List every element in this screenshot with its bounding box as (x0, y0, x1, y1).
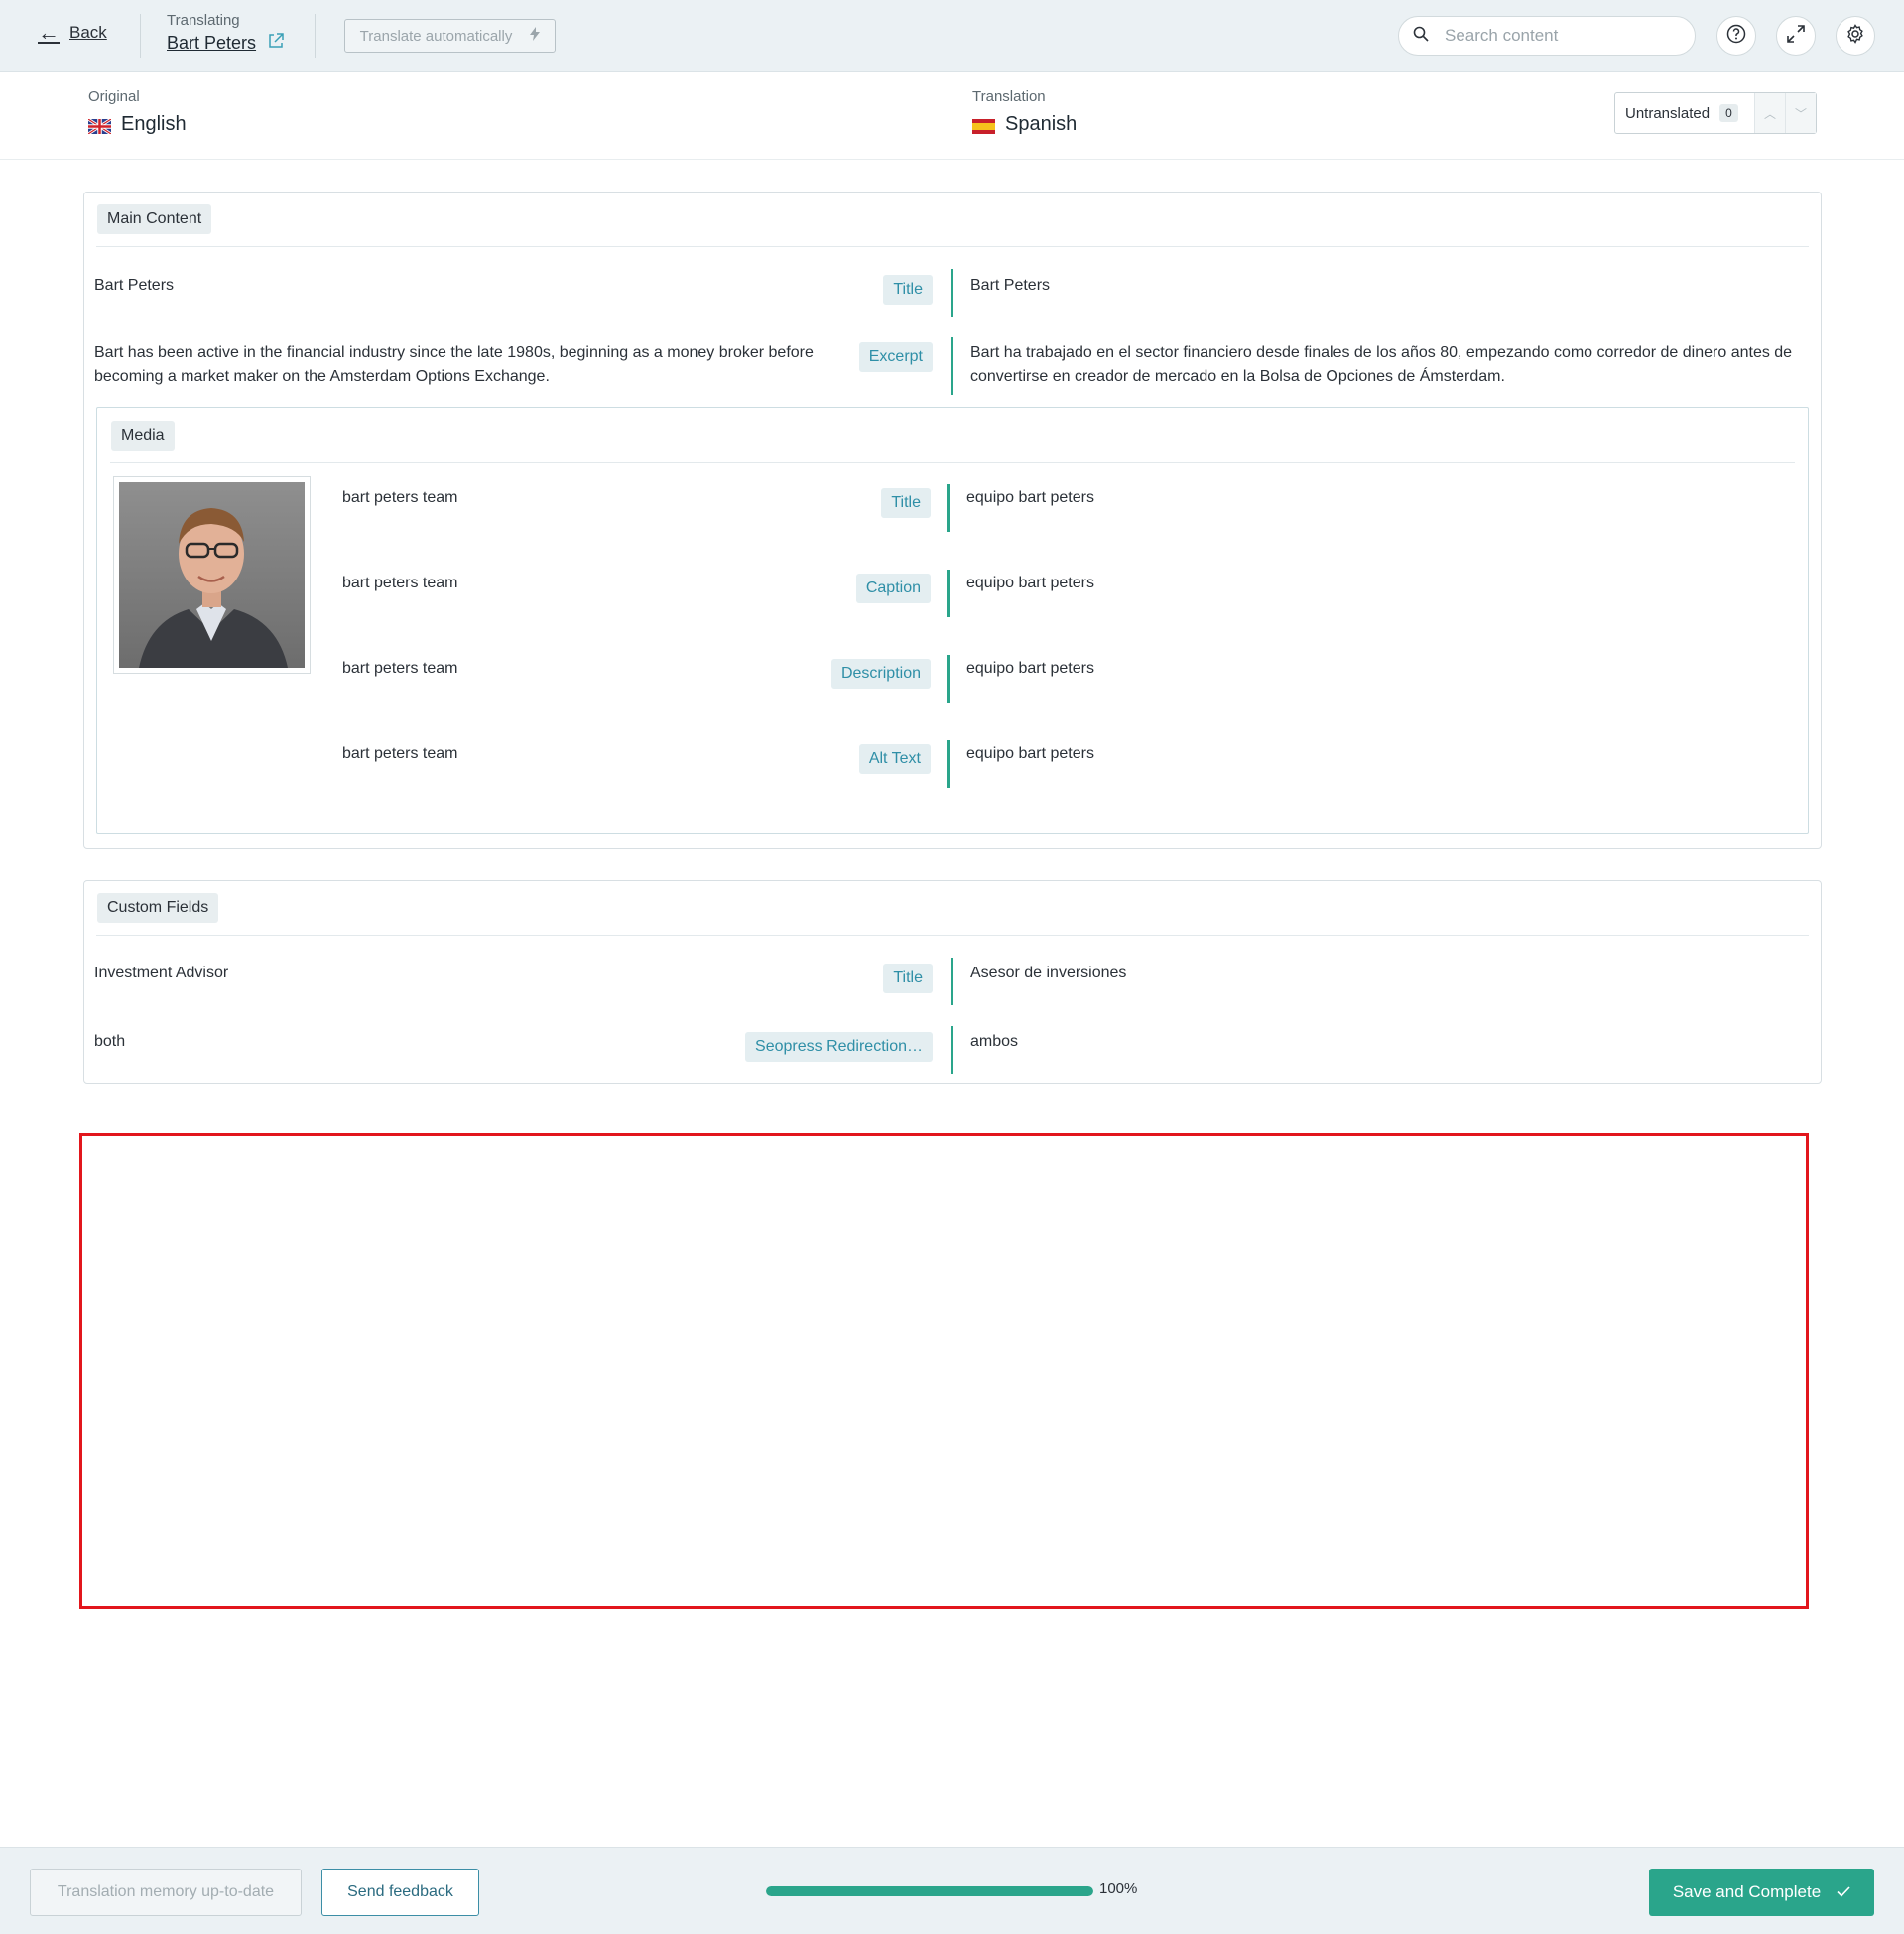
translation-bar (947, 655, 950, 703)
progress-percent: 100% (1099, 1880, 1138, 1897)
expand-icon (1787, 24, 1805, 48)
translation-memory-button[interactable]: Translation memory up-to-date (30, 1869, 302, 1916)
chevron-down-icon[interactable]: ﹀ (1785, 93, 1816, 133)
original-text: Bart has been active in the financial in… (94, 344, 814, 385)
lightning-icon (530, 27, 541, 45)
back-label: Back (69, 23, 107, 42)
translate-automatically-label: Translate automatically (359, 27, 513, 45)
translation-label: Translation (972, 88, 1046, 105)
spain-flag-icon (972, 117, 995, 134)
divider (315, 14, 316, 58)
translation-text[interactable]: equipo bart peters (966, 742, 1094, 766)
original-text: bart peters team (342, 745, 458, 762)
portrait-photo (119, 482, 305, 668)
translation-text[interactable]: ambos (970, 1030, 1018, 1054)
top-bar: ← Back Translating Bart Peters Translate… (0, 0, 1904, 72)
post-title-link[interactable]: Bart Peters (167, 33, 256, 54)
original-text: bart peters team (342, 489, 458, 506)
fullscreen-button[interactable] (1776, 16, 1816, 56)
field-tag-description: Description (830, 659, 931, 689)
arrow-left-icon: ← (38, 20, 60, 45)
divider (110, 462, 1795, 463)
main-content-section-label: Main Content (97, 204, 212, 234)
field-tag-title: Title (881, 488, 931, 518)
gear-icon (1845, 23, 1865, 49)
original-text: bart peters team (342, 660, 458, 677)
translation-text[interactable]: equipo bart peters (966, 657, 1094, 681)
translation-text[interactable]: Bart Peters (970, 274, 1804, 298)
send-feedback-button[interactable]: Send feedback (321, 1869, 479, 1916)
translation-bar (947, 484, 950, 532)
help-button[interactable] (1716, 16, 1756, 56)
original-text: Bart Peters (94, 277, 175, 294)
translating-info: Translating Bart Peters (167, 12, 284, 54)
translation-language: Translation Spanish (972, 88, 1077, 136)
search-input[interactable] (1445, 26, 1673, 46)
media-thumbnail[interactable] (113, 476, 311, 674)
search-box (1398, 16, 1696, 56)
untranslated-count-badge: 0 (1719, 104, 1738, 122)
highlight-box (79, 1133, 1809, 1609)
progress-fill (766, 1886, 1093, 1896)
language-bar: Original English Translation Spanish Unt… (0, 72, 1904, 160)
untranslated-label: Untranslated (1625, 104, 1711, 122)
help-icon (1726, 24, 1746, 49)
field-tag-alt-text: Alt Text (858, 744, 931, 774)
translation-text[interactable]: Bart ha trabajado en el sector financier… (970, 341, 1814, 389)
translate-automatically-button[interactable]: Translate automatically (344, 19, 556, 53)
translation-bar (951, 269, 953, 317)
translation-bar (947, 740, 950, 788)
field-tag-caption: Caption (855, 574, 931, 603)
divider (96, 246, 1809, 247)
translation-text[interactable]: equipo bart peters (966, 486, 1094, 510)
translation-bar (951, 337, 953, 395)
untranslated-filter[interactable]: Untranslated 0 ︿ ﹀ (1614, 92, 1817, 134)
translation-bar (951, 958, 953, 1005)
original-text: bart peters team (342, 575, 458, 591)
chevron-up-icon[interactable]: ︿ (1754, 93, 1785, 133)
settings-button[interactable] (1836, 16, 1875, 56)
progress-bar (766, 1886, 1093, 1896)
field-tag-seopress-redirection: Seopress Redirection… (745, 1032, 933, 1062)
translation-text[interactable]: equipo bart peters (966, 572, 1094, 595)
back-link[interactable]: ← Back (38, 22, 107, 44)
media-panel (96, 407, 1809, 834)
original-language: Original English (87, 88, 187, 136)
field-tag-title: Title (883, 964, 933, 993)
media-section-label: Media (111, 421, 175, 451)
field-tag-excerpt: Excerpt (858, 342, 933, 372)
save-and-complete-label: Save and Complete (1672, 1882, 1822, 1901)
original-text: both (94, 1033, 126, 1050)
save-and-complete-button[interactable]: Save and Complete (1649, 1869, 1874, 1916)
uk-flag-icon (87, 117, 112, 136)
check-icon (1837, 1882, 1850, 1902)
divider (140, 14, 141, 58)
custom-fields-section-label: Custom Fields (97, 893, 219, 923)
original-language-name: English (121, 113, 187, 135)
translation-bar (951, 1026, 953, 1074)
divider (96, 935, 1809, 936)
original-label: Original (88, 88, 140, 105)
footer-bar: Translation memory up-to-date Send feedb… (0, 1847, 1904, 1934)
translating-label: Translating (167, 12, 240, 29)
field-tag-title: Title (883, 275, 933, 305)
translation-language-name: Spanish (1005, 113, 1078, 135)
translation-text[interactable]: Asesor de inversiones (970, 962, 1126, 985)
original-text: Investment Advisor (94, 965, 229, 981)
translation-bar (947, 570, 950, 617)
search-icon (1413, 26, 1429, 47)
external-link-icon[interactable] (268, 33, 284, 54)
